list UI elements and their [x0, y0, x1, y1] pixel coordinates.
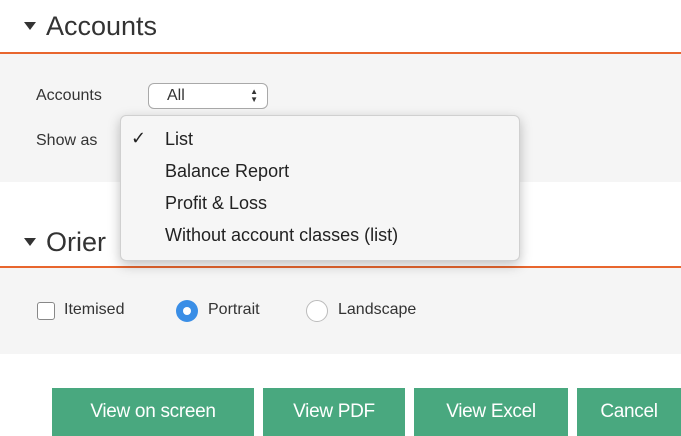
caret-down-icon — [24, 22, 36, 30]
dropdown-option-profit-loss[interactable]: Profit & Loss — [121, 187, 519, 219]
cancel-button[interactable]: Cancel — [577, 388, 681, 436]
accounts-section-header[interactable]: Accounts — [0, 2, 681, 50]
show-as-dropdown-menu[interactable]: ✓ List Balance Report Profit & Loss With… — [120, 115, 520, 261]
orientation-section-title: Orier — [46, 226, 106, 257]
portrait-radio[interactable] — [176, 300, 198, 322]
dropdown-option-label: Profit & Loss — [165, 193, 268, 213]
view-pdf-button[interactable]: View PDF — [263, 388, 405, 436]
checkmark-icon: ✓ — [131, 128, 147, 148]
view-on-screen-button[interactable]: View on screen — [52, 388, 254, 436]
dropdown-option-label: Balance Report — [165, 161, 290, 181]
accounts-section-title: Accounts — [46, 10, 158, 41]
show-as-label: Show as — [36, 132, 98, 149]
accounts-label: Accounts — [36, 87, 102, 104]
caret-down-icon — [24, 238, 36, 246]
updown-arrows-icon: ▲ ▼ — [250, 87, 258, 104]
accounts-select-value: All — [167, 87, 185, 104]
landscape-radio[interactable] — [306, 300, 328, 322]
accounts-select[interactable]: All ▲ ▼ — [148, 83, 268, 109]
dropdown-option-balance-report[interactable]: Balance Report — [121, 155, 519, 187]
landscape-label: Landscape — [338, 301, 417, 318]
itemised-checkbox[interactable] — [37, 302, 55, 320]
dropdown-option-label: Without account classes (list) — [165, 225, 399, 245]
view-excel-button[interactable]: View Excel — [414, 388, 568, 436]
dropdown-option-list[interactable]: ✓ List — [121, 123, 519, 155]
dropdown-option-without-account-classes[interactable]: Without account classes (list) — [121, 219, 519, 251]
portrait-label: Portrait — [208, 301, 260, 318]
dropdown-option-label: List — [165, 129, 194, 149]
itemised-label: Itemised — [64, 301, 125, 318]
